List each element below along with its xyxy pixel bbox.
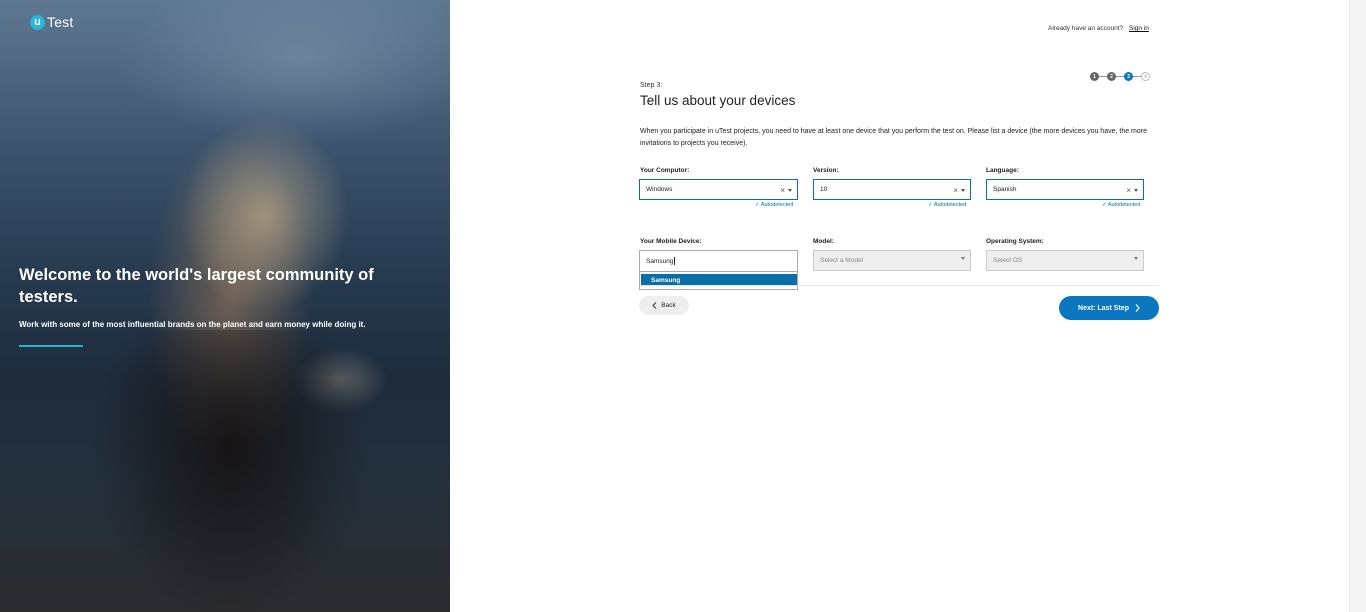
step-connector [1116, 76, 1124, 77]
hero-photo-shade [90, 330, 370, 612]
logo-text: Test [47, 14, 74, 30]
caret-down-icon[interactable] [1134, 257, 1138, 260]
chevron-right-icon [1135, 304, 1140, 312]
computer-select[interactable]: Windows × [639, 179, 798, 200]
os-select[interactable]: Select OS [986, 250, 1144, 271]
account-prompt: Already have an account? Sign in [1048, 25, 1149, 32]
logo-mark: u [30, 14, 45, 30]
page-title: Tell us about your devices [640, 93, 796, 108]
language-select[interactable]: Spanish × [986, 179, 1144, 200]
version-label: Version: [813, 167, 839, 174]
utest-logo[interactable]: u Test [30, 14, 73, 30]
language-value: Spanish [993, 186, 1017, 193]
mobile-device-input[interactable]: Samsung [639, 250, 798, 272]
caret-down-icon[interactable] [1134, 189, 1138, 192]
progress-stepper: 1 2 3 4 [1090, 72, 1150, 81]
chevron-left-icon [652, 302, 657, 309]
mobile-label: Your Mobile Device: [640, 238, 702, 245]
step-4: 4 [1141, 72, 1150, 81]
model-label: Model: [813, 238, 834, 245]
computer-value: Windows [646, 186, 673, 193]
os-placeholder: Select OS [993, 257, 1023, 264]
version-value: 10 [820, 186, 828, 193]
step-2: 2 [1107, 72, 1116, 81]
caret-down-icon[interactable] [961, 257, 965, 260]
step-connector [1099, 76, 1107, 77]
step-label: Step 3: [640, 82, 663, 89]
clear-icon[interactable]: × [1126, 186, 1131, 195]
step-connector [1133, 76, 1141, 77]
language-autodetected: ✓ Autodetected [1102, 202, 1141, 208]
back-button[interactable]: Back [639, 296, 689, 315]
version-select[interactable]: 10 × [813, 179, 971, 200]
language-label: Language: [986, 167, 1019, 174]
clear-icon[interactable]: × [780, 186, 785, 195]
mobile-value[interactable]: Samsung [646, 258, 673, 265]
hero-subtitle: Work with some of the most influential b… [19, 320, 366, 329]
next-label: Next: Last Step [1078, 304, 1129, 312]
page-scrollbar[interactable] [1349, 0, 1366, 612]
next-button[interactable]: Next: Last Step [1059, 296, 1159, 320]
computer-autodetected: ✓ Autodetected [755, 202, 794, 208]
account-text: Already have an account? [1048, 25, 1124, 32]
hero-panel: u Test Welcome to the world's largest co… [0, 0, 450, 612]
intro-text: When you participate in uTest projects, … [640, 128, 1148, 147]
version-autodetected: ✓ Autodetected [928, 202, 967, 208]
form-divider [640, 285, 1159, 286]
mobile-dropdown: Samsung [639, 272, 798, 290]
computer-label: Your Computor: [640, 167, 690, 174]
clear-icon[interactable]: × [953, 186, 958, 195]
text-cursor [674, 257, 676, 265]
caret-down-icon[interactable] [961, 189, 965, 192]
step-3: 3 [1124, 72, 1133, 81]
hero-accent-line [19, 345, 83, 347]
model-select[interactable]: Select a Model [813, 250, 971, 271]
back-label: Back [661, 302, 676, 309]
step-1: 1 [1090, 72, 1099, 81]
signin-link[interactable]: Sign in [1129, 25, 1149, 32]
model-placeholder: Select a Model [820, 257, 863, 264]
hero-title: Welcome to the world's largest community… [19, 266, 374, 306]
os-label: Operating System: [986, 238, 1044, 245]
caret-down-icon[interactable] [788, 189, 792, 192]
